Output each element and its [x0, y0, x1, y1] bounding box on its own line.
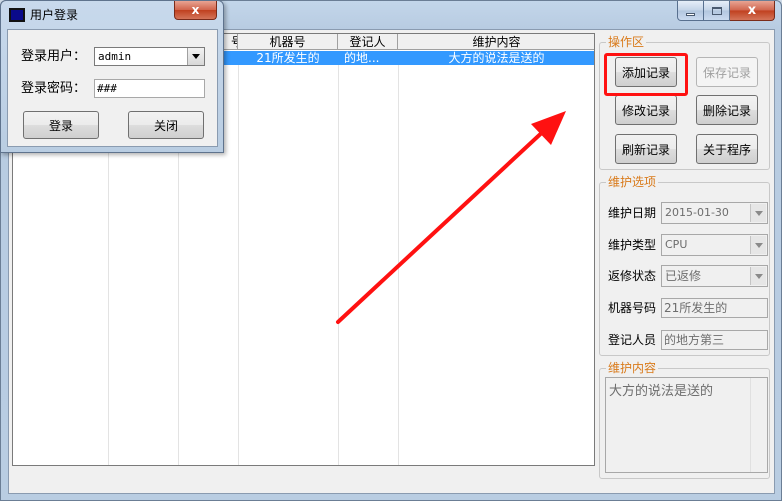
chevron-down-icon[interactable]	[750, 204, 766, 222]
login-user-label: 登录用户：	[21, 49, 87, 64]
repair-status-value: 已返修	[665, 269, 702, 283]
maintenance-content-title: 维护内容	[606, 361, 659, 375]
about-program-button[interactable]: 关于程序	[696, 134, 758, 164]
minimize-icon	[686, 12, 695, 16]
registrar-field[interactable]: 的地方第三	[661, 330, 768, 350]
login-password-field[interactable]: ###	[94, 79, 205, 98]
app-icon	[9, 8, 25, 22]
maintenance-date-label: 维护日期	[608, 206, 657, 220]
login-close-button[interactable]: x	[174, 1, 217, 20]
save-record-button[interactable]: 保存记录	[696, 57, 758, 87]
login-password-label: 登录密码：	[21, 81, 87, 96]
chevron-down-icon[interactable]	[750, 236, 766, 254]
machine-number-label: 机器号码	[608, 301, 657, 315]
maximize-icon	[711, 6, 722, 15]
maintenance-type-label: 维护类型	[608, 238, 657, 252]
grid-divider	[338, 65, 339, 465]
login-button[interactable]: 登录	[23, 111, 99, 139]
maintenance-content-text: 大方的说法是送的	[609, 384, 714, 399]
minimize-button[interactable]	[677, 1, 704, 21]
login-user-value: admin	[98, 50, 132, 63]
row-machine-cell[interactable]: 21所发生的	[238, 51, 338, 65]
grid-header-machine[interactable]: 机器号	[238, 34, 338, 50]
refresh-record-button[interactable]: 刷新记录	[615, 134, 677, 164]
grid-header-registrar[interactable]: 登记人	[338, 34, 398, 50]
content-scrollbar[interactable]	[750, 378, 767, 472]
maintenance-options-title: 维护选项	[606, 175, 659, 189]
login-dialog-body: 登录用户： admin 登录密码： ### 登录 关闭	[7, 29, 218, 147]
machine-number-field[interactable]: 21所发生的	[661, 298, 768, 318]
maximize-button[interactable]	[704, 1, 730, 21]
repair-status-label: 返修状态	[608, 269, 657, 283]
login-user-select[interactable]: admin	[94, 47, 205, 66]
login-dialog-title: 用户登录	[30, 8, 79, 22]
chevron-down-icon[interactable]	[187, 48, 204, 65]
add-record-highlight	[604, 53, 688, 96]
operations-group-title: 操作区	[606, 35, 647, 49]
edit-record-button[interactable]: 修改记录	[615, 95, 677, 125]
grid-header-content[interactable]: 维护内容	[398, 34, 594, 50]
delete-record-button[interactable]: 删除记录	[696, 95, 758, 125]
window-controls: x	[677, 1, 775, 21]
grid-divider	[238, 65, 239, 465]
chevron-down-icon[interactable]	[750, 267, 766, 285]
close-icon: x	[191, 3, 200, 17]
row-registrar-cell[interactable]: 的地...	[338, 51, 398, 65]
maintenance-date-picker[interactable]: 2015-01-30	[661, 202, 768, 224]
login-dialog: 用户登录 x 登录用户： admin 登录密码： ### 登录 关闭	[0, 0, 224, 153]
login-dialog-close-button[interactable]: 关闭	[128, 111, 204, 139]
maintenance-type-select[interactable]: CPU	[661, 234, 768, 256]
maintenance-options-group: 维护选项 维护日期 2015-01-30 维护类型 CPU 返修状态 已返修 机…	[599, 175, 770, 356]
close-icon: x	[747, 3, 757, 18]
grid-divider	[398, 65, 399, 465]
registrar-label: 登记人员	[608, 333, 657, 347]
maintenance-date-value: 2015-01-30	[665, 206, 729, 219]
row-content-cell[interactable]: 大方的说法是送的	[398, 51, 594, 65]
repair-status-select[interactable]: 已返修	[661, 265, 768, 287]
maintenance-type-value: CPU	[665, 238, 688, 251]
close-button[interactable]: x	[730, 1, 775, 21]
grid-header-id[interactable]: 号	[231, 34, 238, 50]
maintenance-content-textarea[interactable]: 大方的说法是送的	[605, 377, 768, 473]
maintenance-content-group: 维护内容 大方的说法是送的	[599, 361, 770, 479]
